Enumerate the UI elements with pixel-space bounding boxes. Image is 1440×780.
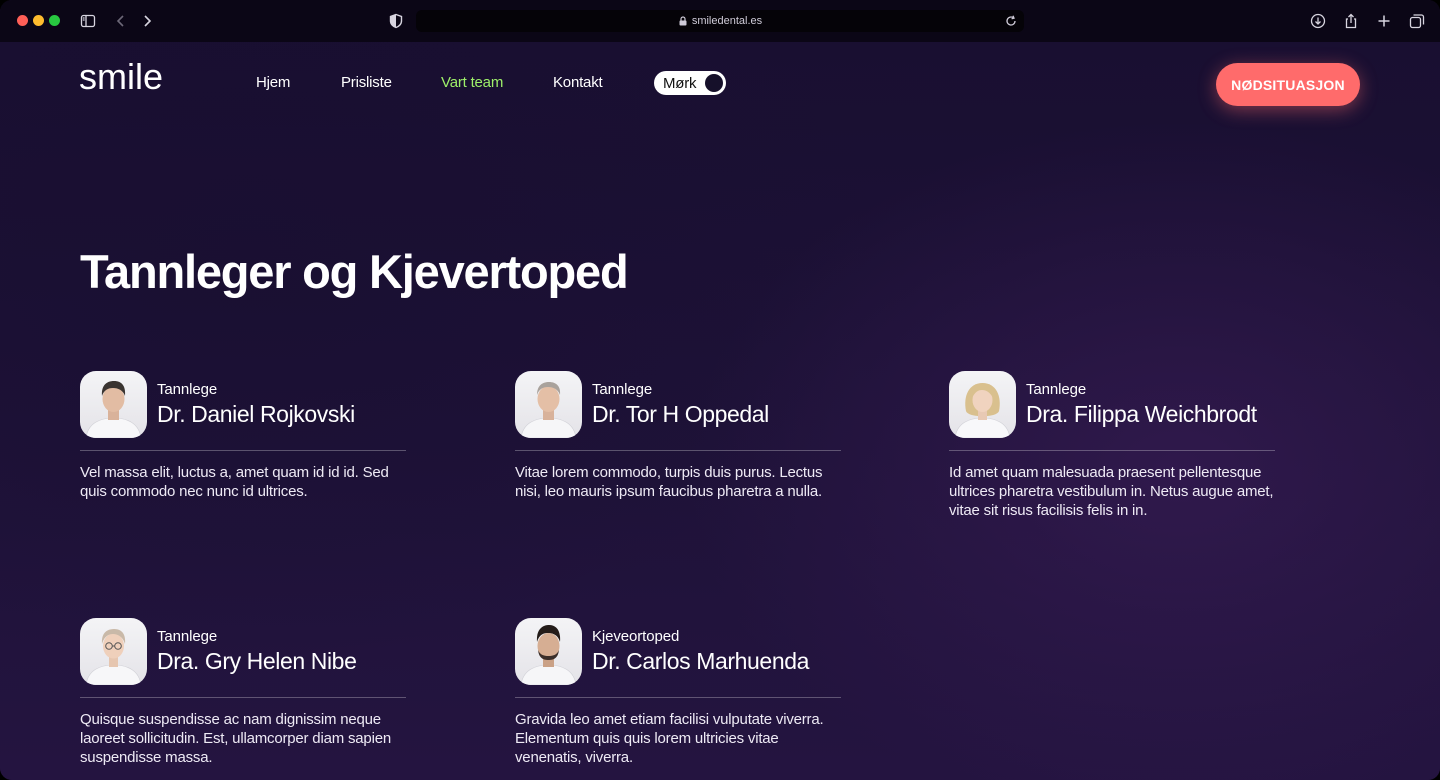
- avatar: [515, 371, 582, 438]
- web-page: smile Hjem Prisliste Vart team Kontakt M…: [0, 42, 1440, 780]
- nav-link-kontakt[interactable]: Kontakt: [553, 74, 603, 91]
- team-member-role: Tannlege: [157, 628, 218, 645]
- address-bar[interactable]: smiledental.es: [416, 10, 1024, 32]
- team-member-name: Dr. Carlos Marhuenda: [592, 648, 809, 674]
- team-member-role: Tannlege: [157, 381, 218, 398]
- divider: [80, 450, 406, 451]
- lock-icon: [679, 16, 687, 26]
- reload-icon[interactable]: [1004, 14, 1018, 28]
- team-member-bio: Quisque suspendisse ac nam dignissim neq…: [80, 711, 391, 766]
- url-text: smiledental.es: [691, 15, 763, 27]
- emergency-button[interactable]: NØDSITUASJON: [1216, 63, 1360, 106]
- browser-toolbar: smiledental.es: [0, 0, 1440, 42]
- privacy-shield-icon[interactable]: [386, 11, 406, 31]
- minimize-window-button[interactable]: [33, 15, 44, 26]
- nav-link-vart-team[interactable]: Vart team: [441, 74, 503, 91]
- toggle-knob: [705, 74, 723, 92]
- team-member-role: Kjeveortoped: [592, 628, 680, 645]
- dark-mode-toggle[interactable]: Mørk: [654, 71, 726, 95]
- avatar: [80, 371, 147, 438]
- forward-arrow-icon[interactable]: [137, 11, 157, 31]
- divider: [949, 450, 1275, 451]
- page-title: Tannleger og Kjevertoped: [80, 245, 629, 298]
- avatar: [515, 618, 582, 685]
- sidebar-icon[interactable]: [78, 11, 98, 31]
- team-member-role: Tannlege: [592, 381, 653, 398]
- divider: [80, 697, 406, 698]
- avatar: [80, 618, 147, 685]
- nav-link-prisliste[interactable]: Prisliste: [341, 74, 392, 91]
- team-member-bio: Id amet quam malesuada praesent pellente…: [949, 464, 1274, 519]
- divider: [515, 697, 841, 698]
- site-logo[interactable]: smile: [79, 56, 163, 98]
- team-member-name: Dra. Gry Helen Nibe: [157, 648, 357, 674]
- team-member-name: Dr. Tor H Oppedal: [592, 401, 769, 427]
- share-icon[interactable]: [1341, 11, 1361, 31]
- team-member-name: Dr. Daniel Rojkovski: [157, 401, 355, 427]
- avatar: [949, 371, 1016, 438]
- new-tab-icon[interactable]: [1374, 11, 1394, 31]
- divider: [515, 450, 841, 451]
- zoom-window-button[interactable]: [49, 15, 60, 26]
- close-window-button[interactable]: [17, 15, 28, 26]
- team-member-role: Tannlege: [1026, 381, 1087, 398]
- team-member-bio: Gravida leo amet etiam facilisi vulputat…: [515, 711, 824, 766]
- nav-link-hjem[interactable]: Hjem: [256, 74, 290, 91]
- back-arrow-icon[interactable]: [111, 11, 131, 31]
- team-member-name: Dra. Filippa Weichbrodt: [1026, 401, 1257, 427]
- downloads-icon[interactable]: [1308, 11, 1328, 31]
- team-member-bio: Vitae lorem commodo, turpis duis purus. …: [515, 464, 823, 500]
- browser-window: smiledental.es smile Hjem Prisliste Vart…: [0, 0, 1440, 780]
- tab-overview-icon[interactable]: [1407, 11, 1427, 31]
- team-member-bio: Vel massa elit, luctus a, amet quam id i…: [80, 464, 389, 500]
- toggle-label: Mørk: [663, 74, 697, 92]
